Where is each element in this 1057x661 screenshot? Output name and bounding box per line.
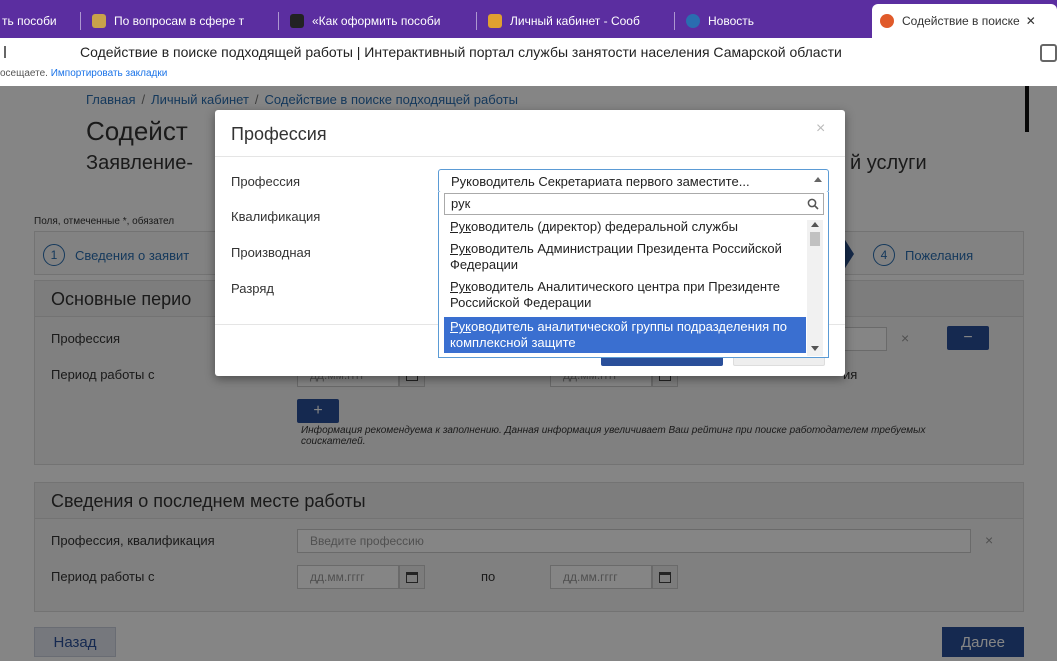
scroll-down-icon[interactable] <box>811 346 819 351</box>
browser-tab-5[interactable]: Новость <box>678 8 868 34</box>
browser-tab-3[interactable]: «Как оформить пособи <box>282 8 472 34</box>
options-list: Руководитель (директор) федеральной служ… <box>444 219 806 355</box>
modal-title: Профессия <box>231 124 327 144</box>
option-match: Рук <box>450 319 472 334</box>
profession-search-input[interactable]: рук <box>444 193 824 215</box>
tab-label: «Как оформить пособи <box>312 14 441 28</box>
tab-label: ть пособи <box>2 14 57 28</box>
globe-icon <box>686 14 700 28</box>
vk-icon <box>290 14 304 28</box>
chevron-up-icon[interactable] <box>814 177 822 182</box>
modal-qualification-label: Квалификация <box>231 209 321 224</box>
close-icon[interactable]: × <box>816 120 825 138</box>
scroll-thumb[interactable] <box>810 232 820 246</box>
tab-separator <box>80 12 81 30</box>
option-rest: оводитель Администрации Президента Росси… <box>450 241 782 272</box>
apps-icon <box>488 14 502 28</box>
browser-tab-bar: ть пособи По вопросам в сфере т «Как офо… <box>0 0 1057 38</box>
tab-label: Новость <box>708 14 755 28</box>
page-title: Содействие в поиске подходящей работы | … <box>80 44 842 60</box>
profession-dropdown: рук Руководитель (директор) федеральной … <box>438 192 829 358</box>
window-button-icon[interactable] <box>1040 44 1057 62</box>
tab-separator <box>476 12 477 30</box>
browser-tab-4[interactable]: Личный кабинет - Сооб <box>480 8 670 34</box>
portal-icon <box>880 14 894 28</box>
search-icon <box>807 198 819 210</box>
bookmarks-bar: осещаете. Импортировать закладки <box>0 68 1057 86</box>
modal-derivative-label: Производная <box>231 245 311 260</box>
option-item-selected[interactable]: Руководитель аналитической группы подраз… <box>444 317 806 353</box>
tab-label: По вопросам в сфере т <box>114 14 245 28</box>
option-item[interactable]: Руководитель Администрации Президента Ро… <box>444 241 806 273</box>
option-item[interactable]: Руководитель (директор) федеральной служ… <box>444 219 806 235</box>
browser-tab-2[interactable]: По вопросам в сфере т <box>84 8 274 34</box>
option-item[interactable]: Руководитель Аналитического центра при П… <box>444 279 806 311</box>
modal-grade-label: Разряд <box>231 281 274 296</box>
option-rest: оводитель Аналитического центра при През… <box>450 279 781 310</box>
tab-separator <box>674 12 675 30</box>
modal-profession-label: Профессия <box>231 174 301 189</box>
options-scrollbar[interactable] <box>807 220 823 356</box>
back-edge-icon <box>0 46 6 58</box>
browser-tab-active[interactable]: Содействие в поиске ✕ <box>872 4 1057 38</box>
browser-tab-1[interactable]: ть пособи <box>0 8 78 34</box>
emblem-icon <box>92 14 106 28</box>
option-match: Рук <box>450 219 472 234</box>
tab-label: Личный кабинет - Сооб <box>510 14 640 28</box>
title-bar: Содействие в поиске подходящей работы | … <box>0 38 1057 68</box>
option-rest: оводитель (директор) федеральной службы <box>471 219 738 234</box>
bookmarks-text: осещаете. <box>0 68 48 79</box>
divider <box>215 156 845 157</box>
scroll-up-icon[interactable] <box>811 222 819 227</box>
tab-separator <box>278 12 279 30</box>
profession-select[interactable]: Руководитель Секретариата первого замест… <box>438 169 829 193</box>
option-rest: оводитель аналитической группы подраздел… <box>450 319 787 350</box>
close-tab-icon[interactable]: ✕ <box>1026 14 1036 28</box>
option-match: Рук <box>450 241 472 256</box>
import-bookmarks-link[interactable]: Импортировать закладки <box>51 68 168 79</box>
tab-label: Содействие в поиске <box>902 14 1020 28</box>
option-match: Рук <box>450 279 472 294</box>
